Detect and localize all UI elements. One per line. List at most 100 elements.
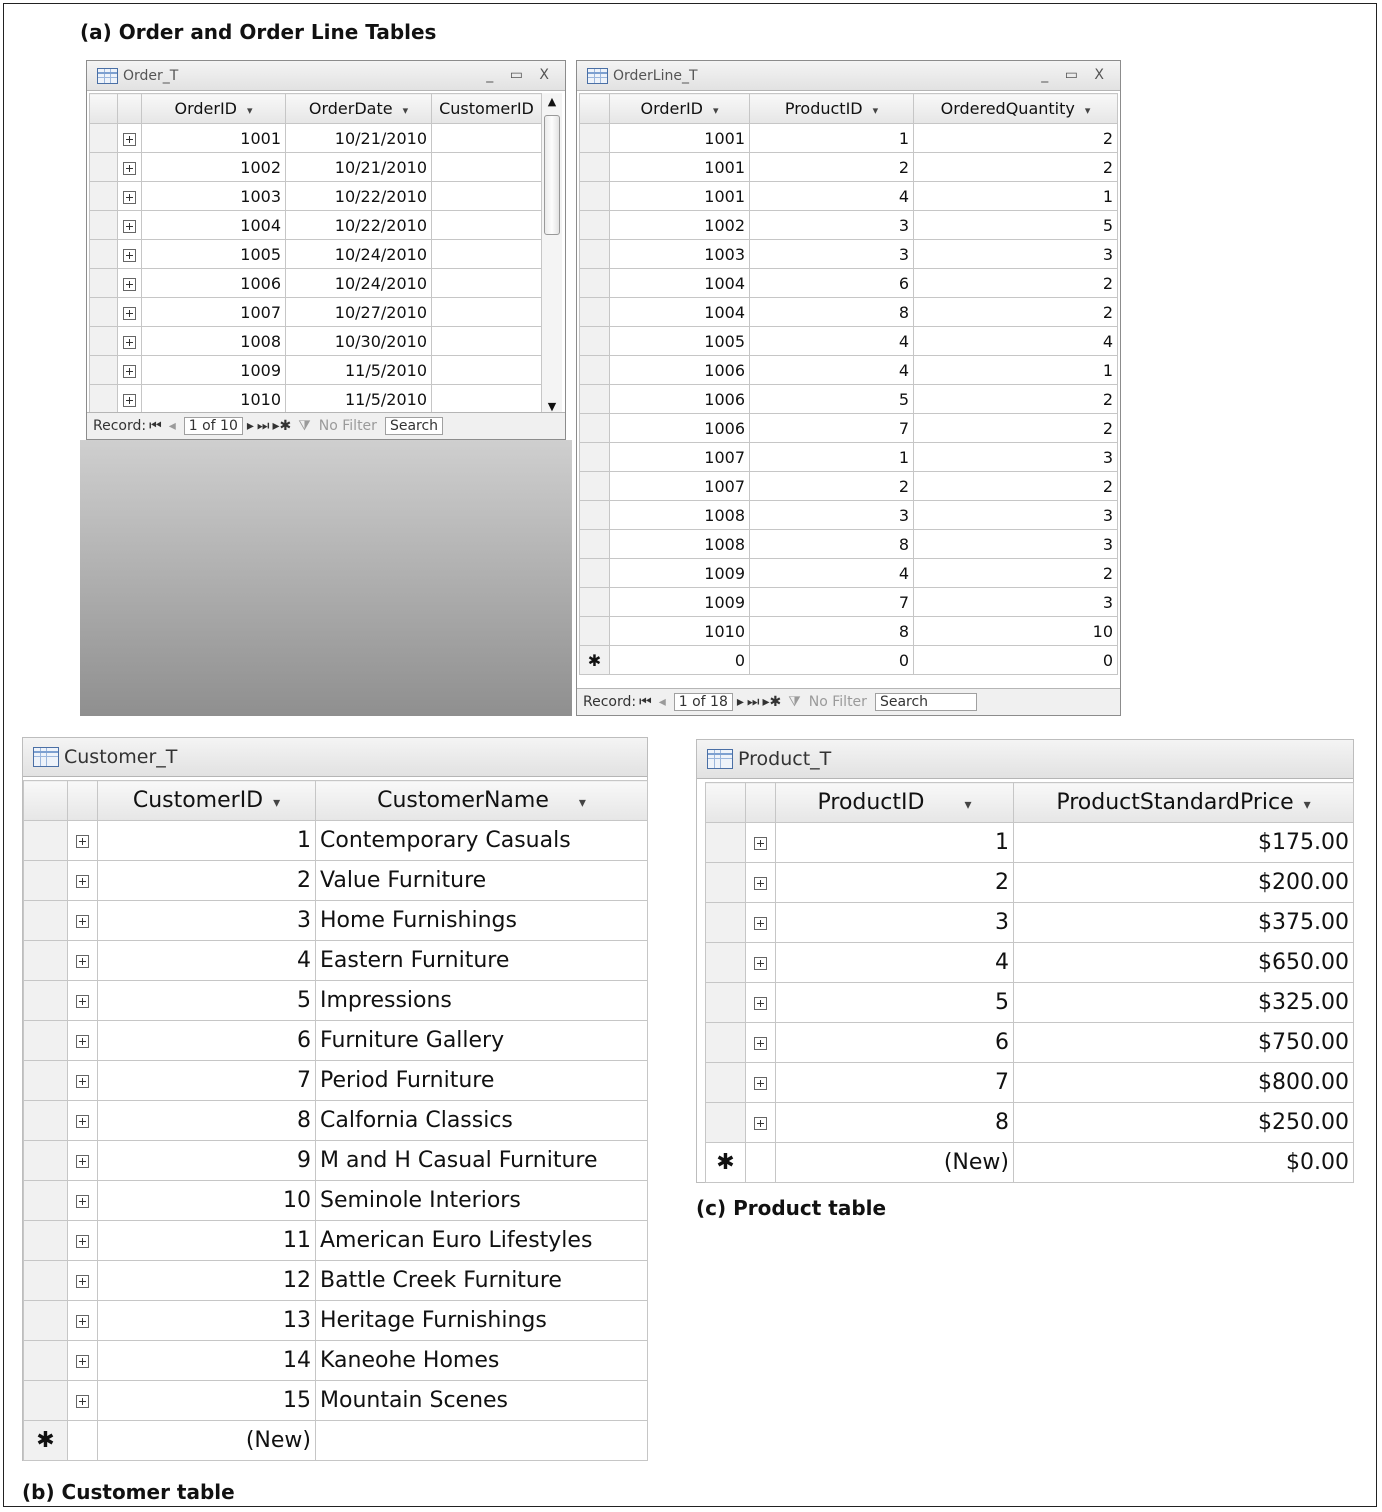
cell-orderid[interactable]: 1004: [141, 210, 286, 240]
cell-productid[interactable]: 4: [749, 558, 914, 588]
cell-orderedquantity[interactable]: 3: [913, 587, 1118, 617]
row-selector[interactable]: [579, 500, 610, 530]
row-selector[interactable]: [579, 587, 610, 617]
cell-orderedquantity[interactable]: 2: [913, 413, 1118, 443]
table-row[interactable]: 6 Furniture Gallery: [23, 1020, 648, 1061]
window-control-buttons[interactable]: _ ▭ X: [1041, 67, 1110, 83]
cell-orderid[interactable]: 1008: [141, 326, 286, 356]
row-selector[interactable]: [579, 152, 610, 182]
cell-productid[interactable]: 7: [749, 587, 914, 617]
table-row[interactable]: 1005 10/24/2010: [89, 239, 542, 269]
expand-cell[interactable]: [67, 1380, 98, 1421]
table-row[interactable]: 1001 4 1: [579, 181, 1118, 211]
row-selector[interactable]: [579, 355, 610, 385]
product-table-window[interactable]: Product_T ProductID ▾ ProductStandardPric…: [696, 739, 1354, 1183]
row-selector[interactable]: [89, 239, 118, 269]
cell-customerid[interactable]: [431, 210, 542, 240]
cell-orderedquantity[interactable]: 3: [913, 239, 1118, 269]
cell-orderid[interactable]: 1006: [141, 268, 286, 298]
row-selector[interactable]: [23, 980, 68, 1021]
expand-cell[interactable]: [67, 1300, 98, 1341]
cell-customername[interactable]: Value Furniture: [315, 860, 648, 901]
cell-customerid[interactable]: 6: [97, 1020, 316, 1061]
expand-cell[interactable]: [67, 820, 98, 861]
cell-customerid[interactable]: 10: [97, 1180, 316, 1221]
cell-orderid[interactable]: 1003: [609, 239, 750, 269]
customer-table-window[interactable]: Customer_T CustomerID ▾ CustomerName ▾ 1 Co…: [22, 737, 648, 1461]
table-row[interactable]: 2 Value Furniture: [23, 860, 648, 901]
row-selector[interactable]: [579, 210, 610, 240]
expand-cell[interactable]: [745, 942, 776, 983]
cell-orderedquantity[interactable]: 1: [913, 355, 1118, 385]
table-row[interactable]: 1001 1 2: [579, 123, 1118, 153]
row-selector[interactable]: [705, 1022, 746, 1063]
chevron-down-icon[interactable]: ▾: [1304, 797, 1311, 813]
row-selector[interactable]: [23, 900, 68, 941]
plus-box-icon[interactable]: [76, 1074, 89, 1088]
select-all-cell[interactable]: [579, 93, 610, 124]
cell-orderid[interactable]: 1010: [141, 384, 286, 414]
row-selector[interactable]: [23, 1260, 68, 1301]
table-row[interactable]: 3 Home Furnishings: [23, 900, 648, 941]
table-row[interactable]: 15 Mountain Scenes: [23, 1380, 648, 1421]
plus-box-icon[interactable]: [76, 1234, 89, 1248]
cell-customerid[interactable]: [431, 123, 542, 153]
row-selector[interactable]: [705, 982, 746, 1023]
cell-productid[interactable]: 2: [749, 152, 914, 182]
expand-cell[interactable]: [117, 268, 142, 298]
table-row[interactable]: 1010 11/5/2010: [89, 384, 542, 414]
plus-box-icon[interactable]: [754, 1076, 767, 1090]
row-selector[interactable]: [89, 268, 118, 298]
cell-customerid[interactable]: [431, 181, 542, 211]
cell-orderedquantity[interactable]: 2: [913, 123, 1118, 153]
cell-customerid[interactable]: 5: [97, 980, 316, 1021]
plus-box-icon[interactable]: [76, 1154, 89, 1168]
table-row[interactable]: 1004 6 2: [579, 268, 1118, 298]
cell-productid[interactable]: 8: [775, 1102, 1014, 1143]
row-selector[interactable]: [579, 239, 610, 269]
table-row[interactable]: 1006 7 2: [579, 413, 1118, 443]
table-row[interactable]: 1002 3 5: [579, 210, 1118, 240]
cell-productid[interactable]: 3: [749, 239, 914, 269]
new-row-cell[interactable]: 0: [913, 645, 1118, 675]
cell-productid[interactable]: 2: [749, 471, 914, 501]
window-control-buttons[interactable]: _ ▭ X: [486, 67, 555, 83]
table-row[interactable]: 1002 10/21/2010: [89, 152, 542, 182]
cell-orderedquantity[interactable]: 2: [913, 471, 1118, 501]
cell-customerid[interactable]: 2: [97, 860, 316, 901]
cell-orderedquantity[interactable]: 4: [913, 326, 1118, 356]
new-row-cell[interactable]: 0: [749, 645, 914, 675]
expand-cell[interactable]: [745, 862, 776, 903]
table-row[interactable]: 9M and H Casual Furniture: [23, 1140, 648, 1181]
chevron-down-icon[interactable]: ▾: [273, 795, 280, 811]
filter-status[interactable]: No Filter: [319, 418, 377, 434]
plus-box-icon[interactable]: [76, 874, 89, 888]
plus-box-icon[interactable]: [123, 364, 136, 378]
row-selector[interactable]: [579, 442, 610, 472]
cell-customerid[interactable]: [431, 239, 542, 269]
orderline-window-titlebar[interactable]: OrderLine_T _ ▭ X: [577, 61, 1120, 91]
cell-orderedquantity[interactable]: 2: [913, 152, 1118, 182]
table-row[interactable]: 1008 10/30/2010: [89, 326, 542, 356]
cell-orderid[interactable]: 1001: [141, 123, 286, 153]
table-row[interactable]: 12 Battle Creek Furniture: [23, 1260, 648, 1301]
cell-productstandardprice[interactable]: $200.00: [1013, 862, 1354, 903]
cell-customername[interactable]: Battle Creek Furniture: [315, 1260, 648, 1301]
row-selector[interactable]: [23, 860, 68, 901]
expand-cell[interactable]: [67, 860, 98, 901]
expand-cell[interactable]: [67, 900, 98, 941]
table-row[interactable]: 1008 8 3: [579, 529, 1118, 559]
new-record-icon[interactable]: ▸✱: [763, 694, 782, 710]
column-header-productid[interactable]: ProductID ▾: [749, 93, 914, 124]
cell-customerid[interactable]: [431, 152, 542, 182]
expand-cell[interactable]: [117, 326, 142, 356]
expand-cell[interactable]: [745, 982, 776, 1023]
table-row[interactable]: 6 $750.00: [705, 1022, 1354, 1063]
cell-orderdate[interactable]: 10/24/2010: [285, 239, 432, 269]
first-record-icon[interactable]: ⏮: [149, 418, 162, 434]
cell-customername[interactable]: Period Furniture: [315, 1060, 648, 1101]
expand-cell[interactable]: [67, 1140, 98, 1181]
column-header-customerid[interactable]: CustomerID ▾: [97, 780, 316, 821]
new-record-row[interactable]: ✱ (New): [23, 1420, 648, 1461]
row-selector[interactable]: [579, 616, 610, 646]
